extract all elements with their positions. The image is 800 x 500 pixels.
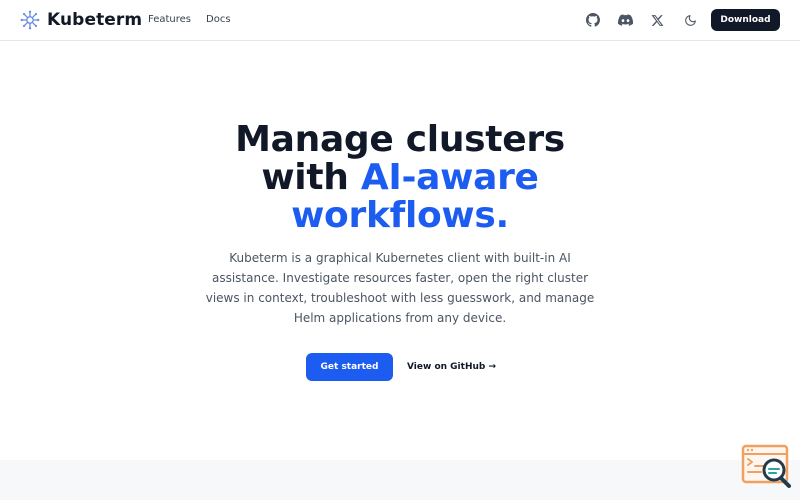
- terminal-search-icon[interactable]: [741, 444, 793, 490]
- x-icon[interactable]: [647, 10, 667, 30]
- nav-link-features[interactable]: Features: [148, 13, 191, 27]
- main-nav: Features Docs: [148, 13, 231, 27]
- hero-title: Manage clusters with AI-aware workflows.: [150, 121, 650, 235]
- get-started-button[interactable]: Get started: [306, 353, 393, 381]
- hero-section: Manage clusters with AI-aware workflows.…: [0, 41, 800, 460]
- kubernetes-helm-icon: [20, 10, 40, 30]
- github-icon[interactable]: [583, 10, 603, 30]
- nav-link-docs[interactable]: Docs: [206, 13, 231, 27]
- brand-name: Kubeterm: [47, 10, 143, 30]
- brand[interactable]: Kubeterm: [20, 9, 142, 31]
- hero-cta-row: Get started View on GitHub →: [306, 353, 496, 381]
- hero-title-accent-line3: workflows.: [291, 195, 509, 236]
- discord-icon[interactable]: [615, 10, 635, 30]
- site-header: Kubeterm Features Docs Download: [0, 0, 800, 41]
- download-button[interactable]: Download: [711, 9, 780, 31]
- view-on-github-link[interactable]: View on GitHub →: [407, 362, 496, 372]
- hero-title-line1: Manage clusters: [235, 119, 565, 160]
- hero-title-accent-line2: AI-aware: [360, 157, 539, 198]
- hero-description: Kubeterm is a graphical Kubernetes clien…: [205, 251, 595, 325]
- hero-title-line2-prefix: with: [261, 157, 361, 198]
- next-section-band: [0, 460, 800, 500]
- moon-icon[interactable]: [680, 10, 700, 30]
- page: Kubeterm Features Docs Download Manage c…: [0, 0, 800, 500]
